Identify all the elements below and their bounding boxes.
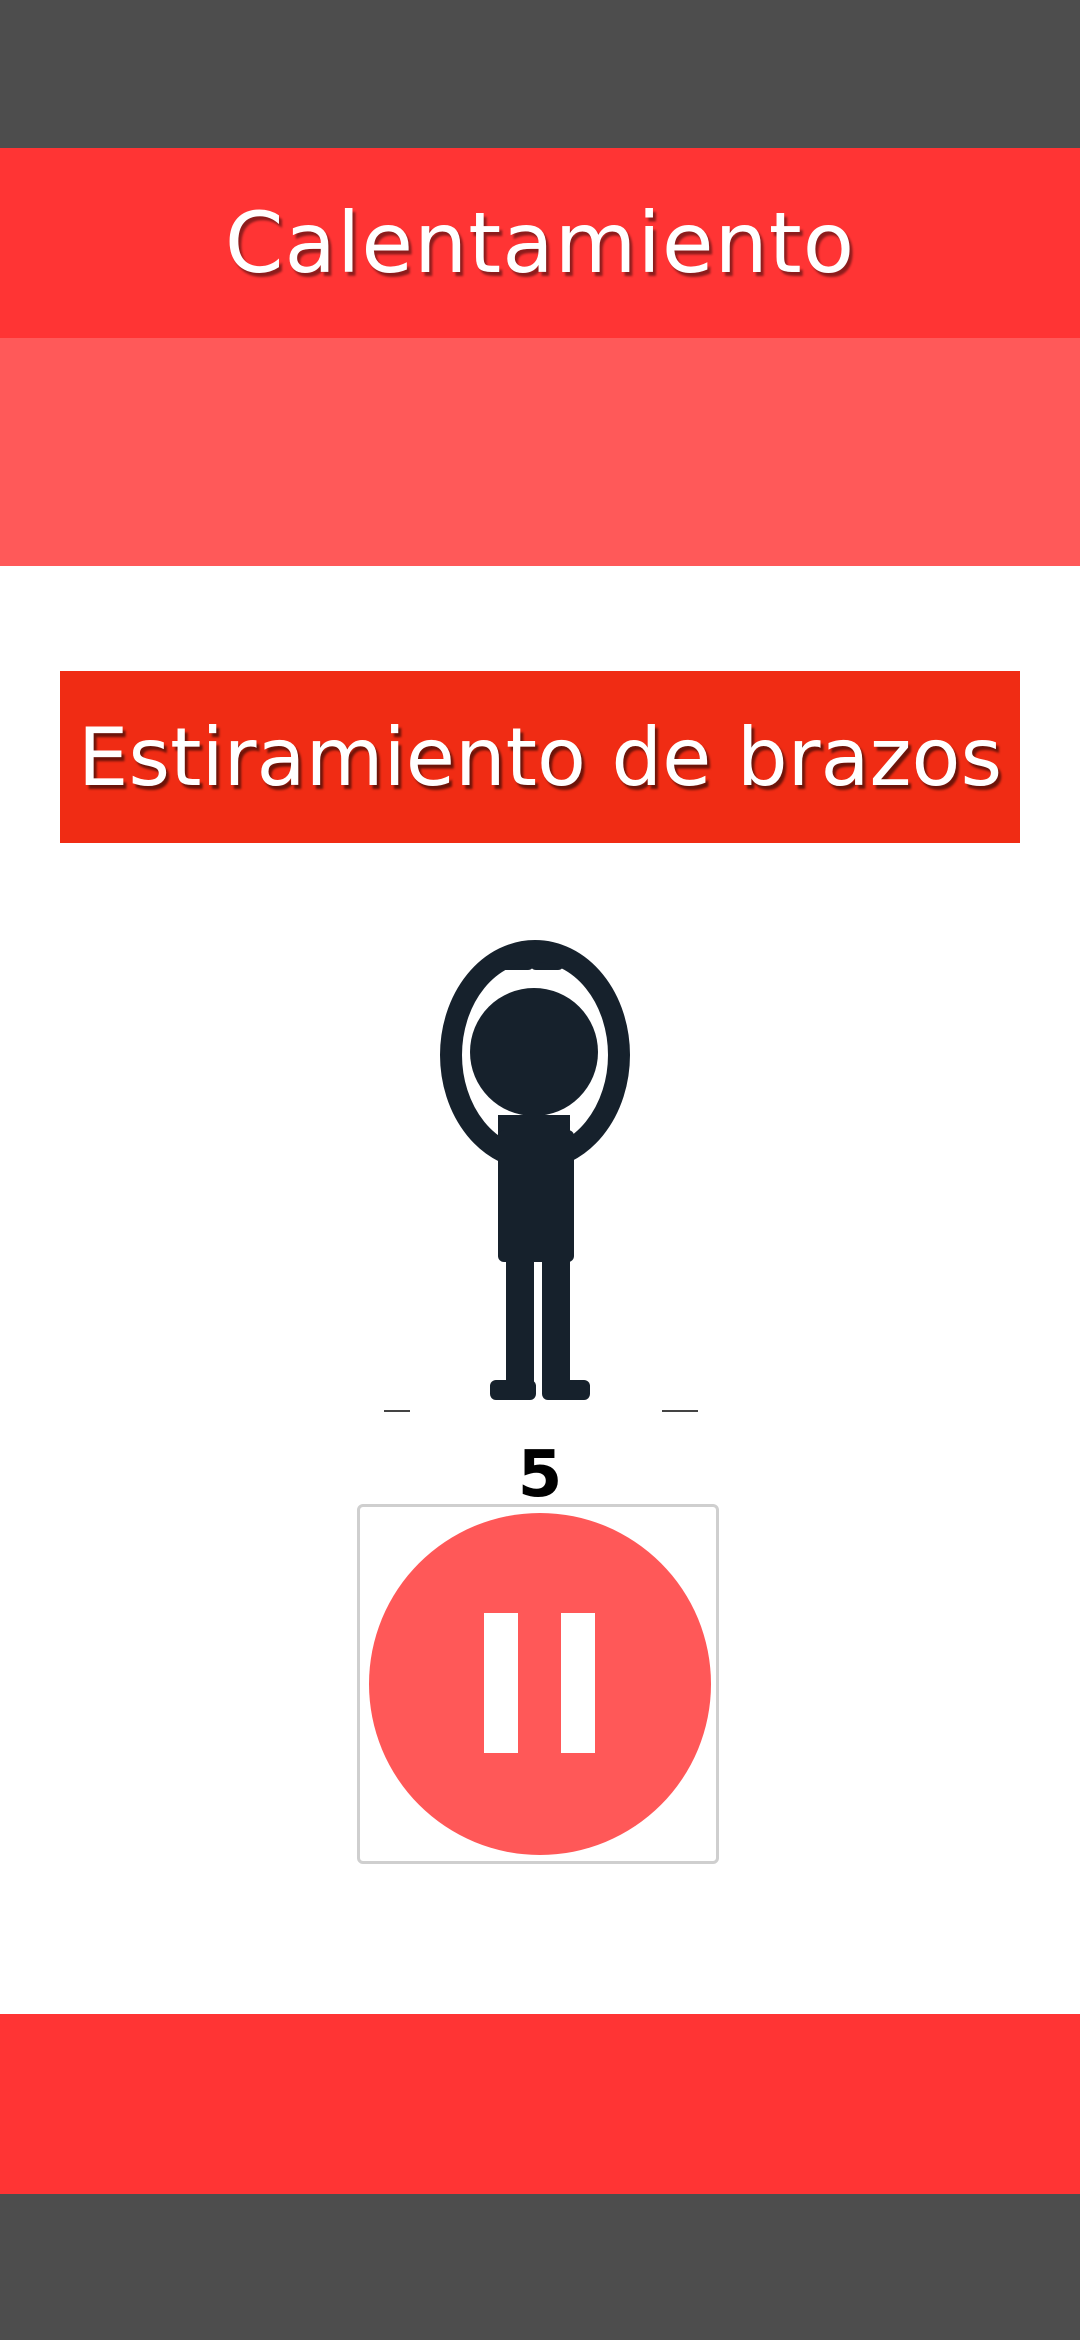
footer-band xyxy=(0,2014,1080,2194)
arm-stretch-figure-icon xyxy=(384,940,698,1412)
pause-icon xyxy=(369,1513,711,1855)
exercise-name: Estiramiento de brazos xyxy=(77,710,1003,804)
page-title: Calentamiento xyxy=(224,194,856,292)
pause-button[interactable] xyxy=(357,1504,719,1864)
header-band xyxy=(0,338,1080,566)
navigation-bar xyxy=(0,2194,1080,2340)
app-bar: Calentamiento xyxy=(0,148,1080,338)
status-bar xyxy=(0,0,1080,148)
pause-bar-left xyxy=(484,1613,518,1753)
pause-bar-right xyxy=(561,1613,595,1753)
exercise-banner: Estiramiento de brazos xyxy=(60,671,1020,843)
